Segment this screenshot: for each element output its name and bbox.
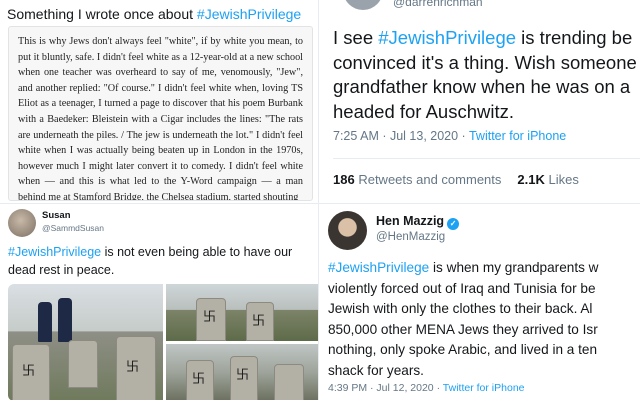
- swastika-graffiti-icon: 卐: [236, 368, 250, 383]
- tweet-handle[interactable]: @HenMazzig: [376, 231, 445, 243]
- tweet-stats: 186 Retweets and comments 2.1K Likes: [333, 172, 579, 187]
- swastika-graffiti-icon: 卐: [126, 360, 140, 375]
- essay-header-text: Something I wrote once about: [7, 6, 197, 22]
- timestamp-text[interactable]: 7:25 AM · Jul 13, 2020 ·: [333, 129, 469, 143]
- tweet-text: I see #JewishPrivilege is trending be co…: [333, 26, 640, 124]
- hashtag-link[interactable]: #JewishPrivilege: [378, 27, 516, 48]
- verified-badge-icon: ✓: [447, 218, 460, 230]
- tweet-line: grandfather know when he was on a: [333, 76, 631, 97]
- essay-screenshot: This is why Jews don't always feel "whit…: [8, 26, 313, 201]
- swastika-graffiti-icon: 卐: [192, 372, 206, 387]
- tweet-text: #JewishPrivilege is not even being able …: [8, 244, 313, 279]
- timestamp-text[interactable]: 4:39 PM · Jul 12, 2020 ·: [328, 382, 443, 394]
- tweet-line: I see #JewishPrivilege is trending be: [333, 26, 640, 51]
- tweet-line: shack for years.: [328, 362, 424, 378]
- avatar[interactable]: [343, 0, 383, 10]
- tweet-line: 850,000 other MENA Jews they arrived to …: [328, 321, 598, 337]
- tweet-timestamp: 4:39 PM · Jul 12, 2020 · Twitter for iPh…: [328, 382, 525, 394]
- tweet-photo-grid: 卐 卐 卐 卐 卐 卐: [8, 284, 318, 400]
- tweet-source[interactable]: Twitter for iPhone: [469, 129, 566, 143]
- tweet-source[interactable]: Twitter for iPhone: [443, 382, 525, 394]
- likes-stat[interactable]: 2.1K Likes: [517, 172, 578, 187]
- retweets-count: 186: [333, 172, 355, 187]
- tweet-photo[interactable]: 卐 卐: [8, 284, 163, 400]
- tweet-line: Jewish with only the clothes to their ba…: [328, 301, 593, 316]
- tweet-line: violently forced out of Iraq and Tunisia…: [328, 280, 596, 296]
- tweet-susan: Susan @SammdSusan #JewishPrivilege is no…: [0, 203, 318, 400]
- tweet-timestamp: 7:25 AM · Jul 13, 2020 · Twitter for iPh…: [333, 129, 566, 143]
- tweet-handle[interactable]: @SammdSusan: [42, 223, 104, 233]
- essay-excerpt-panel: Something I wrote once about #JewishPriv…: [0, 0, 318, 203]
- hashtag-link[interactable]: #JewishPrivilege: [8, 245, 101, 259]
- tweet-text-span: is trending be: [516, 27, 633, 48]
- tweet-darren: @darrenrichman I see #JewishPrivilege is…: [318, 0, 640, 203]
- essay-header: Something I wrote once about #JewishPriv…: [7, 6, 301, 22]
- tweet-author-name[interactable]: Susan: [42, 210, 71, 221]
- tweet-line: headed for Auschwitz.: [333, 100, 514, 122]
- tweet-author-name: Hen Mazzig: [376, 214, 445, 228]
- essay-body: This is why Jews don't always feel "whit…: [18, 36, 303, 201]
- tweet-line: #JewishPrivilege is when my grandparents…: [328, 258, 640, 279]
- tweet-photo[interactable]: 卐 卐: [166, 284, 318, 341]
- tweet-line: convinced it's a thing. Wish someone: [333, 51, 637, 73]
- tweet-text-span: is when my grandparents w: [429, 260, 599, 275]
- tweet-author[interactable]: Hen Mazzig ✓: [376, 214, 460, 230]
- tweet-text-span: I see: [333, 27, 379, 48]
- tweet-line: nothing, only spoke Arabic, and lived in…: [328, 342, 598, 357]
- swastika-graffiti-icon: 卐: [22, 364, 36, 379]
- tweet-handle[interactable]: @darrenrichman: [393, 0, 483, 9]
- divider: [333, 158, 640, 159]
- avatar[interactable]: [328, 211, 367, 250]
- hashtag-link[interactable]: #JewishPrivilege: [328, 260, 429, 275]
- swastika-graffiti-icon: 卐: [203, 310, 217, 325]
- hashtag-link[interactable]: #JewishPrivilege: [197, 6, 301, 22]
- tweet-text: #JewishPrivilege is when my grandparents…: [328, 258, 640, 381]
- retweets-stat[interactable]: 186 Retweets and comments: [333, 172, 501, 187]
- retweets-label: Retweets and comments: [358, 172, 502, 187]
- avatar[interactable]: [8, 209, 36, 237]
- tweet-hen: Hen Mazzig ✓ @HenMazzig #JewishPrivilege …: [318, 203, 640, 400]
- likes-count: 2.1K: [517, 172, 545, 187]
- swastika-graffiti-icon: 卐: [252, 314, 266, 329]
- likes-label: Likes: [548, 172, 579, 187]
- tweet-photo[interactable]: 卐 卐: [166, 344, 318, 400]
